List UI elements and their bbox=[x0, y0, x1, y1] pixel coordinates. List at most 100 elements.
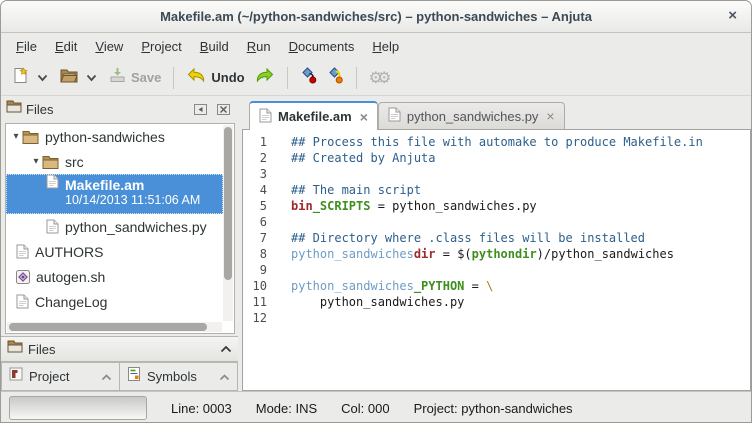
pane-button-label: Project bbox=[29, 369, 101, 384]
tab-close-button[interactable]: × bbox=[360, 109, 368, 125]
code-text bbox=[267, 166, 291, 182]
code-line-8: 8python_sandwichesdir = $(pythondir)/pyt… bbox=[243, 246, 750, 262]
code-text bbox=[267, 262, 291, 278]
sidebar-bottom-tabs: Project Symbols bbox=[1, 362, 238, 391]
code-text: python_sandwiches.py bbox=[267, 294, 464, 310]
anjuta-window: Makefile.am (~/python-sandwiches/src) – … bbox=[0, 0, 752, 423]
document-tabbar: Makefile.am × python_sandwiches.py × bbox=[242, 96, 751, 129]
toolbar-separator bbox=[356, 67, 357, 89]
menu-build[interactable]: Build bbox=[191, 34, 238, 59]
tree-vertical-scrollbar[interactable] bbox=[223, 125, 233, 321]
menu-documents[interactable]: Documents bbox=[280, 34, 364, 59]
tree-item-label: src bbox=[65, 154, 84, 170]
jump-back-button[interactable] bbox=[322, 63, 349, 93]
chevron-up-icon[interactable] bbox=[220, 340, 232, 358]
menu-project[interactable]: Project bbox=[132, 34, 190, 59]
jump-to-symbol-button[interactable] bbox=[295, 63, 322, 93]
tree-item-src[interactable]: ▾ src bbox=[6, 149, 223, 174]
file-icon bbox=[46, 174, 59, 189]
code-text: python_sandwichesdir = $(pythondir)/pyth… bbox=[267, 246, 674, 262]
line-number: 1 bbox=[243, 134, 267, 150]
titlebar[interactable]: Makefile.am (~/python-sandwiches/src) – … bbox=[1, 1, 751, 33]
expander-triangle-icon[interactable]: ▾ bbox=[10, 131, 22, 142]
jump-to-icon bbox=[300, 67, 317, 89]
code-text: ## Directory where .class files will be … bbox=[267, 230, 645, 246]
code-text bbox=[267, 214, 291, 230]
tree-item-label: Makefile.am bbox=[65, 178, 200, 193]
preferences-button[interactable]: ⚙⚙ bbox=[364, 64, 391, 92]
tree-item-label: AUTHORS bbox=[35, 244, 103, 260]
line-number: 9 bbox=[243, 262, 267, 278]
new-document-icon bbox=[12, 67, 29, 89]
tree-item-label: ChangeLog bbox=[35, 294, 107, 310]
document-icon bbox=[388, 107, 401, 125]
save-button[interactable]: Save bbox=[104, 63, 166, 92]
menu-view[interactable]: View bbox=[86, 34, 132, 59]
tree-item-authors[interactable]: AUTHORS bbox=[6, 239, 223, 264]
dock-pane-button[interactable] bbox=[191, 101, 210, 117]
line-number: 11 bbox=[243, 294, 267, 310]
tree-item-autogen-sh[interactable]: autogen.sh bbox=[6, 264, 223, 289]
files-collapsed-bar[interactable]: Files bbox=[1, 336, 238, 362]
code-editor[interactable]: 1## Process this file with automake to p… bbox=[242, 129, 751, 391]
window-close-button[interactable]: × bbox=[728, 8, 737, 24]
status-line: Line: 0003 bbox=[171, 401, 232, 416]
line-number: 10 bbox=[243, 278, 267, 294]
file-icon bbox=[46, 219, 59, 234]
new-file-button[interactable] bbox=[7, 63, 34, 93]
status-mode: Mode: INS bbox=[256, 401, 317, 416]
tab-label: Makefile.am bbox=[278, 109, 352, 124]
close-pane-button[interactable] bbox=[214, 101, 233, 117]
tree-horizontal-scrollbar[interactable] bbox=[7, 322, 222, 332]
project-pane-button[interactable]: Project bbox=[1, 362, 120, 391]
sidebar: Files ▾python-sandwiches▾srcMakefile.am1… bbox=[1, 96, 238, 391]
tree-item-python-sandwiches-py[interactable]: python_sandwiches.py bbox=[6, 214, 223, 239]
code-line-10: 10python_sandwiches_PYTHON = \ bbox=[243, 278, 750, 294]
code-text: bin_SCRIPTS = python_sandwiches.py bbox=[267, 198, 537, 214]
open-file-dropdown[interactable] bbox=[81, 70, 102, 86]
tree-item-timestamp: 10/14/2013 11:51:06 AM bbox=[65, 193, 200, 208]
line-number: 2 bbox=[243, 150, 267, 166]
code-line-2: 2## Created by Anjuta bbox=[243, 150, 750, 166]
undo-label: Undo bbox=[211, 70, 244, 85]
tree-item-label: python-sandwiches bbox=[45, 129, 165, 145]
tab-close-button[interactable]: × bbox=[546, 108, 554, 124]
code-text: ## The main script bbox=[267, 182, 421, 198]
document-tab-python-sandwiches-py[interactable]: python_sandwiches.py × bbox=[378, 102, 565, 129]
tree-item-python-sandwiches[interactable]: ▾ python-sandwiches bbox=[6, 124, 223, 149]
tree-item-makefile-am[interactable]: Makefile.am10/14/2013 11:51:06 AM bbox=[6, 174, 223, 214]
gears-icon: ⚙⚙ bbox=[369, 68, 386, 88]
line-number: 7 bbox=[243, 230, 267, 246]
code-text: python_sandwiches_PYTHON = \ bbox=[267, 278, 493, 294]
menu-help[interactable]: Help bbox=[363, 34, 408, 59]
status-col: Col: 000 bbox=[341, 401, 389, 416]
code-text: ## Created by Anjuta bbox=[267, 150, 436, 166]
project-icon bbox=[9, 367, 23, 386]
folder-icon bbox=[7, 340, 23, 358]
files-panel-title: Files bbox=[26, 102, 187, 117]
code-line-7: 7## Directory where .class files will be… bbox=[243, 230, 750, 246]
tab-label: python_sandwiches.py bbox=[407, 109, 539, 124]
document-tab-makefile-am[interactable]: Makefile.am × bbox=[249, 101, 378, 130]
file-icon bbox=[16, 294, 29, 309]
redo-button[interactable] bbox=[250, 63, 280, 92]
tree-item-changelog[interactable]: ChangeLog bbox=[6, 289, 223, 314]
new-file-dropdown[interactable] bbox=[32, 70, 53, 86]
code-line-5: 5bin_SCRIPTS = python_sandwiches.py bbox=[243, 198, 750, 214]
menu-file[interactable]: File bbox=[7, 34, 46, 59]
open-file-button[interactable] bbox=[55, 64, 83, 92]
symbols-pane-button[interactable]: Symbols bbox=[120, 362, 238, 391]
toolbar-separator bbox=[173, 67, 174, 89]
expander-triangle-icon[interactable]: ▾ bbox=[30, 156, 42, 167]
chevron-up-icon[interactable] bbox=[219, 368, 230, 386]
menubar: FileEditViewProjectBuildRunDocumentsHelp bbox=[1, 33, 751, 60]
toolbar-separator bbox=[287, 67, 288, 89]
undo-button[interactable]: Undo bbox=[181, 63, 249, 92]
menu-edit[interactable]: Edit bbox=[46, 34, 86, 59]
chevron-up-icon[interactable] bbox=[101, 368, 112, 386]
code-line-11: 11 python_sandwiches.py bbox=[243, 294, 750, 310]
code-line-12: 12 bbox=[243, 310, 750, 326]
folder-icon bbox=[42, 155, 59, 169]
menu-run[interactable]: Run bbox=[238, 34, 280, 59]
code-text: ## Process this file with automake to pr… bbox=[267, 134, 703, 150]
